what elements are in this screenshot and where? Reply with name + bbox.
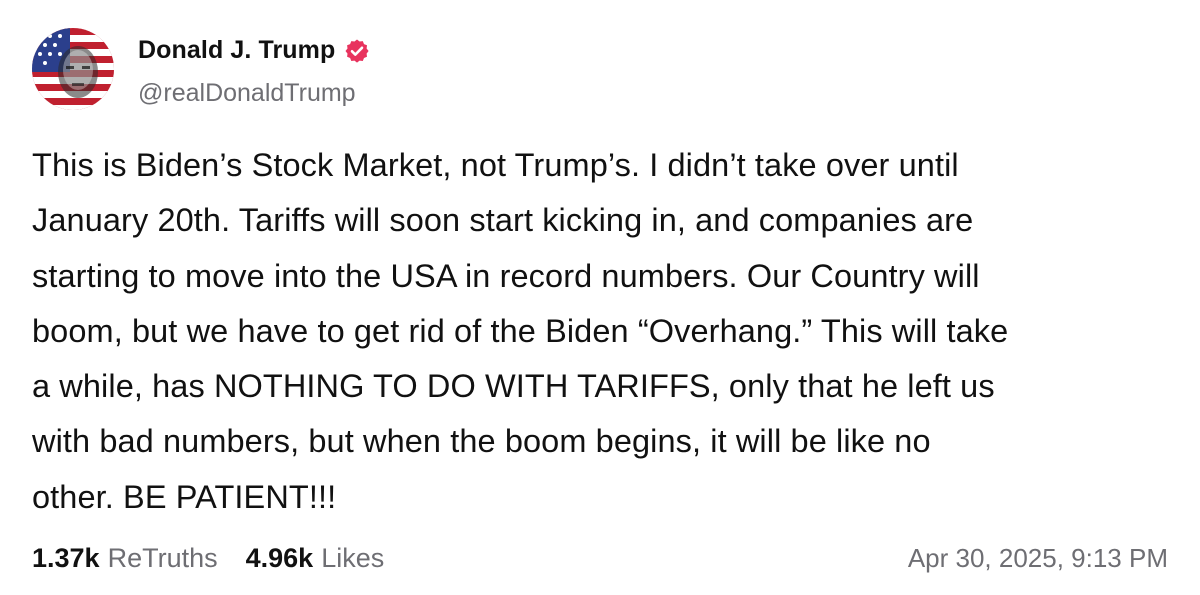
post-body-line: This is Biden’s Stock Market, not Trump’… [32,147,959,183]
post-header: Donald J. Trump @realDonaldTrump [32,28,370,110]
retruths-stat[interactable]: 1.37k ReTruths [32,543,218,574]
likes-count: 4.96k [245,542,314,573]
likes-stat[interactable]: 4.96k Likes [246,543,385,574]
display-name[interactable]: Donald J. Trump [138,36,335,65]
post-body-line: starting to move into the USA in record … [32,257,980,294]
author-identity: Donald J. Trump @realDonaldTrump [138,31,370,108]
retruths-count: 1.37k [32,542,100,573]
name-row: Donald J. Trump [138,31,370,71]
post-footer: 1.37k ReTruths 4.96k Likes Apr 30, 2025,… [32,538,1168,578]
user-handle[interactable]: @realDonaldTrump [138,79,370,108]
post-body-line: with bad numbers, but when the boom begi… [32,423,931,460]
post-timestamp[interactable]: Apr 30, 2025, 9:13 PM [908,543,1168,574]
post-body-line: a while, has NOTHING TO DO WITH TARIFFS,… [32,368,995,405]
verified-badge-icon [344,38,370,64]
post-card: Donald J. Trump @realDonaldTrump This is… [0,0,1200,595]
avatar-flag-portrait-icon [32,28,114,110]
post-body-line: other. BE PATIENT!!! [32,478,337,515]
post-body: This is Biden’s Stock Market, not Trump’… [32,138,1182,525]
post-body-line: January 20th. Tariffs will soon start ki… [32,202,974,239]
retruths-label: ReTruths [107,542,218,573]
avatar[interactable] [32,28,114,110]
likes-label: Likes [321,542,385,573]
post-body-line: boom, but we have to get rid of the Bide… [32,312,1009,349]
